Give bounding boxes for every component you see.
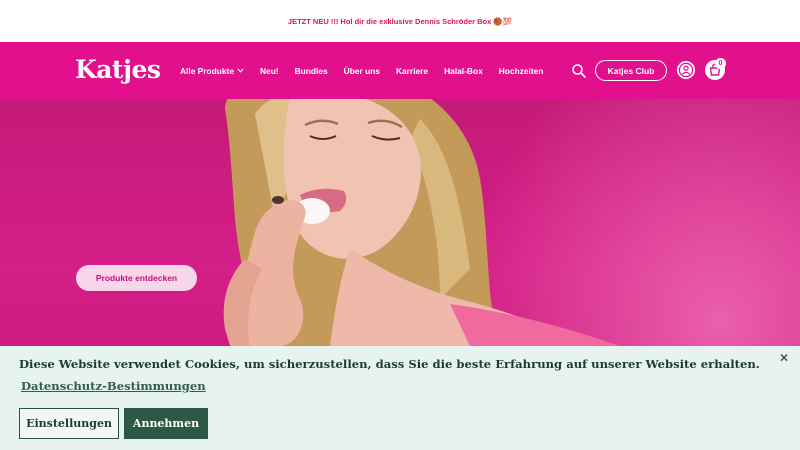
- main-nav: Alle Produkte Neu! Bundles Über uns Karr…: [180, 42, 559, 99]
- nav-item-neu[interactable]: Neu!: [260, 66, 279, 76]
- announcement-bar[interactable]: JETZT NEU !!! Hol dir die exklusive Denn…: [0, 0, 800, 42]
- nav-item-halal-box[interactable]: Halal-Box: [444, 66, 483, 76]
- main-header: Katjes Alle Produkte Neu! Bundles Über u…: [0, 42, 800, 99]
- chevron-down-icon: [237, 66, 244, 75]
- search-icon[interactable]: [571, 63, 587, 79]
- nav-item-ueber-uns[interactable]: Über uns: [344, 66, 380, 76]
- nav-item-hochzeiten[interactable]: Hochzeiten: [499, 66, 544, 76]
- cookie-message: Diese Website verwendet Cookies, um sich…: [19, 357, 760, 371]
- katjes-club-button[interactable]: Katjes Club: [595, 60, 667, 81]
- privacy-policy-link[interactable]: Datenschutz-Bestimmungen: [21, 379, 206, 393]
- cookie-accept-button[interactable]: Annehmen: [124, 408, 208, 439]
- nav-item-label: Alle Produkte: [180, 65, 234, 76]
- nav-item-karriere[interactable]: Karriere: [396, 66, 428, 76]
- katjes-logo[interactable]: Katjes: [75, 55, 161, 85]
- nav-item-alle-produkte[interactable]: Alle Produkte: [180, 66, 244, 76]
- hero-image: [223, 99, 620, 346]
- nav-item-bundles[interactable]: Bundles: [295, 66, 328, 76]
- account-icon[interactable]: [676, 60, 696, 80]
- cart-count-badge: 0: [715, 58, 726, 69]
- cookie-banner: Diese Website verwendet Cookies, um sich…: [0, 346, 800, 450]
- close-icon[interactable]: ✕: [779, 351, 789, 365]
- announcement-text[interactable]: JETZT NEU !!! Hol dir die exklusive Denn…: [288, 17, 512, 26]
- cookie-settings-button[interactable]: Einstellungen: [19, 408, 119, 439]
- discover-products-button[interactable]: Produkte entdecken: [76, 265, 197, 291]
- hero-banner: [0, 99, 800, 346]
